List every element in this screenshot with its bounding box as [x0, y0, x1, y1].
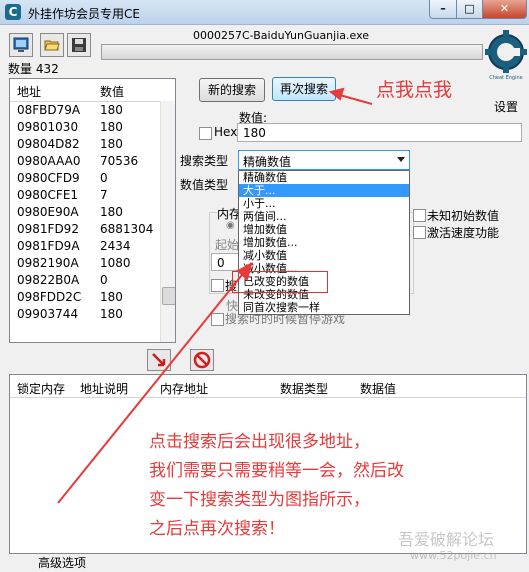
arrow-to-option — [57, 269, 247, 504]
annotation-arrows — [57, 87, 373, 504]
watermark-text: 吾爱破解论坛 — [398, 530, 495, 549]
watermark-url: www.52pojie.cn — [410, 549, 497, 562]
ce-window: C 外挂作坊会员专用CE – □ ✕ 0000257C-BaiduYunGuan… — [0, 0, 529, 572]
arrow-head — [328, 87, 345, 101]
